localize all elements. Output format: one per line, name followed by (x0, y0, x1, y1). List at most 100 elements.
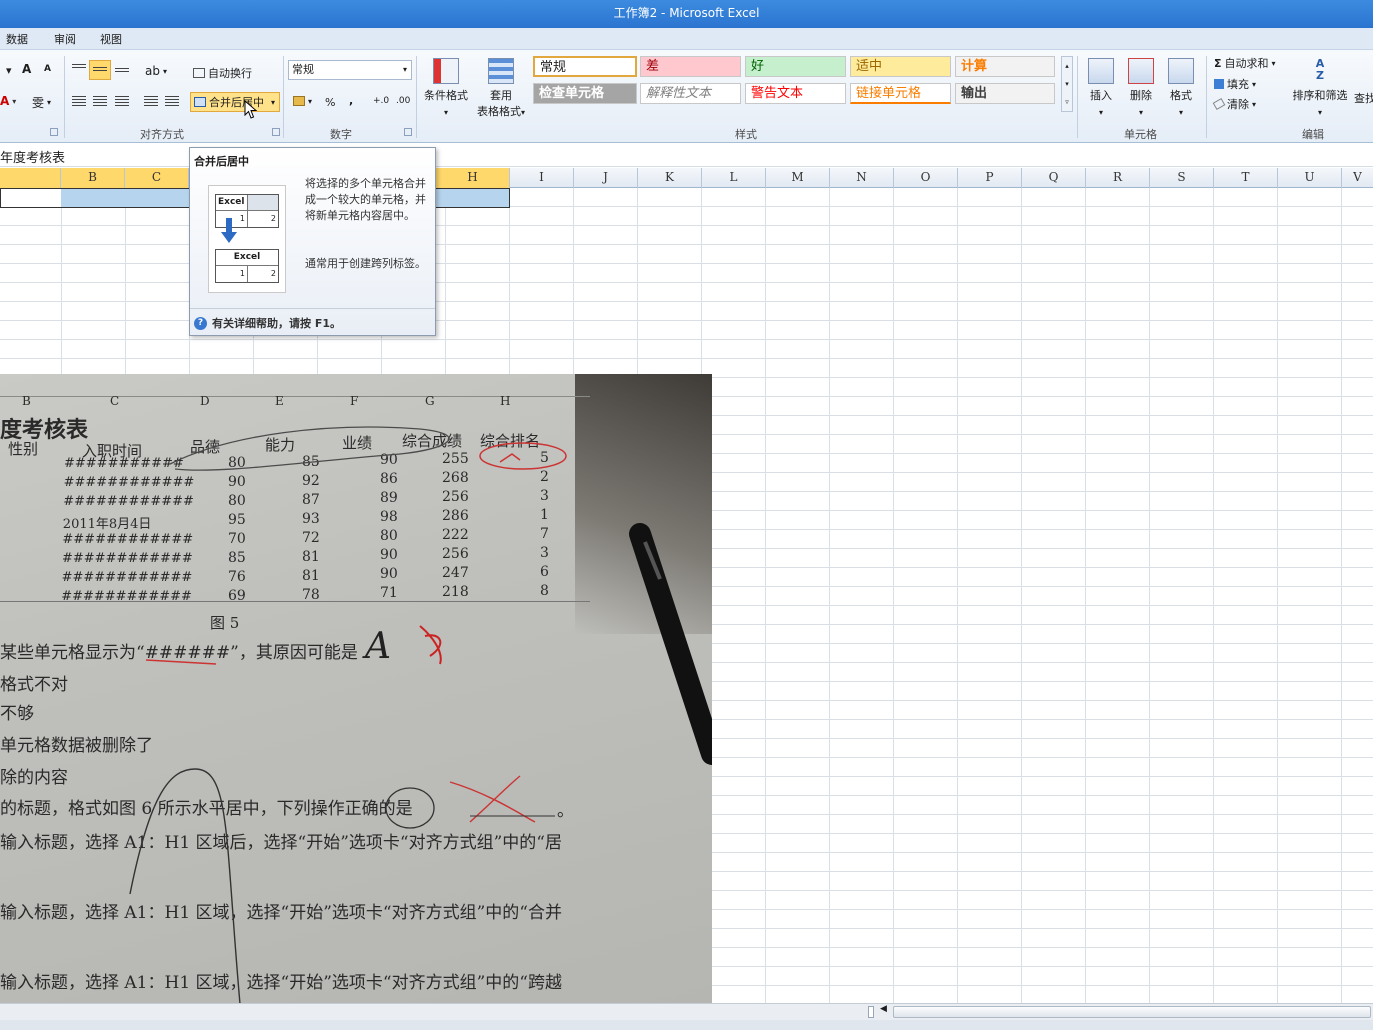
decrease-font-button[interactable]: A (44, 64, 51, 74)
separator (1077, 56, 1078, 138)
sigma-icon: Σ (1214, 56, 1222, 70)
phonetic-button[interactable]: 雯 ▾ (32, 94, 51, 111)
demo-cell: Excel (216, 250, 278, 266)
align-center-button[interactable] (93, 96, 107, 106)
separator (283, 56, 284, 138)
increase-decimal-button[interactable]: +.0 (373, 96, 389, 106)
scroll-left-icon[interactable]: ◀ (880, 1004, 887, 1014)
tooltip-help: ? 有关详细帮助，请按 F1。 (194, 315, 341, 331)
tab-view[interactable]: 视图 (100, 31, 122, 47)
column-header-o[interactable]: O (894, 168, 958, 188)
column-header-i[interactable]: I (510, 168, 574, 188)
column-header-n[interactable]: N (830, 168, 894, 188)
number-format-value: 常规 (292, 63, 314, 76)
column-header-b[interactable]: B (61, 168, 125, 188)
orientation-button[interactable]: ab ▾ (145, 64, 167, 78)
textbook-photo[interactable]: BCDEFGH 度考核表 性别 入职时间 品德 能力 业绩 综合成绩 综合排名 ######… (0, 374, 712, 1004)
split-handle[interactable] (868, 1006, 874, 1018)
percent-style-button[interactable]: % (325, 96, 335, 109)
horizontal-scrollbar[interactable]: ◀ (0, 1003, 1373, 1020)
clear-button[interactable]: 清除 ▾ (1212, 96, 1256, 112)
number-dialog-launcher[interactable] (404, 128, 412, 136)
align-middle-button[interactable] (89, 60, 111, 80)
handwriting-marks (129, 426, 712, 1004)
column-header-a[interactable] (0, 168, 61, 188)
cell-style-2[interactable]: 好 (745, 56, 846, 77)
find-select-button[interactable]: 查找 (1354, 90, 1373, 106)
cell-style-5[interactable]: 检查单元格 (533, 83, 637, 104)
selected-cells[interactable] (436, 188, 510, 208)
cell-style-9[interactable]: 输出 (955, 83, 1055, 104)
scroll-thumb[interactable] (893, 1006, 1371, 1018)
active-cell[interactable] (0, 188, 61, 208)
alignment-group-label: 对齐方式 (140, 128, 184, 141)
merge-center-button[interactable]: 合并后居中 ▾ (190, 92, 280, 112)
column-header-c[interactable]: C (125, 168, 189, 188)
separator (64, 56, 65, 138)
column-header-l[interactable]: L (702, 168, 766, 188)
sort-filter-button[interactable]: AZ 排序和筛选 ▾ (1290, 58, 1350, 121)
cell-style-4[interactable]: 计算 (955, 56, 1055, 77)
cell-style-7[interactable]: 警告文本 (745, 83, 846, 104)
format-as-table-label-1: 套用 (490, 89, 512, 102)
column-header-v[interactable]: V (1342, 168, 1373, 188)
column-header-h[interactable]: H (436, 168, 510, 188)
tooltip-usage: 通常用于创建跨列标签。 (305, 257, 426, 270)
column-header-j[interactable]: J (574, 168, 638, 188)
delete-label: 删除 (1130, 89, 1152, 102)
column-header-m[interactable]: M (766, 168, 830, 188)
sort-filter-label: 排序和筛选 (1292, 89, 1348, 102)
column-header-r[interactable]: R (1086, 168, 1150, 188)
conditional-format-button[interactable]: 条件格式 ▾ (420, 58, 472, 121)
comma-style-button[interactable]: , (349, 94, 353, 107)
increase-indent-button[interactable] (165, 96, 179, 106)
cell-style-1[interactable]: 差 (640, 56, 741, 77)
align-top-button[interactable] (72, 64, 86, 70)
autosum-button[interactable]: Σ 自动求和 ▾ (1214, 55, 1276, 71)
decrease-indent-button[interactable] (144, 96, 158, 106)
phonetic-label: 雯 (32, 96, 45, 110)
selected-cells[interactable] (61, 188, 189, 208)
cell-style-8[interactable]: 链接单元格 (850, 83, 951, 104)
font-dialog-launcher[interactable] (50, 128, 58, 136)
insert-label: 插入 (1090, 89, 1112, 102)
fill-button[interactable]: 填充 ▾ (1214, 76, 1256, 92)
number-format-select[interactable]: 常规 ▾ (288, 60, 412, 80)
align-right-button[interactable] (115, 96, 129, 106)
column-header-p[interactable]: P (958, 168, 1022, 188)
separator (416, 56, 417, 138)
wrap-text-button[interactable]: 自动换行 (193, 65, 252, 81)
cell-style-3[interactable]: 适中 (850, 56, 951, 77)
delete-cells-button[interactable]: 删除 ▾ (1123, 58, 1159, 121)
window-title: 工作簿2 - Microsoft Excel (613, 6, 760, 20)
gallery-scroll[interactable]: ▴ ▾ ▿ (1061, 56, 1073, 112)
format-as-table-button[interactable]: 套用 表格格式▾ (472, 58, 530, 121)
cell-styles-gallery: 常规差好适中 计算检查单元格 解释性文本 警告文本 链接单元格 输出 (533, 56, 1063, 116)
column-header-t[interactable]: T (1214, 168, 1278, 188)
tooltip-title: 合并后居中 (194, 155, 249, 168)
demo-cell: 2 (270, 269, 276, 278)
ribbon: ▾ A A A ▾ 雯 ▾ ab ▾ 自动换行 合并后居中 ▾ 对齐方式 常规 ▾ ▾ … (0, 50, 1373, 143)
insert-cells-button[interactable]: 插入 ▾ (1083, 58, 1119, 121)
decrease-decimal-button[interactable]: .00 (396, 96, 410, 106)
column-header-q[interactable]: Q (1022, 168, 1086, 188)
format-cells-button[interactable]: 格式 ▾ (1163, 58, 1199, 121)
tab-review[interactable]: 审阅 (54, 31, 76, 47)
align-bottom-button[interactable] (115, 68, 129, 74)
alignment-dialog-launcher[interactable] (272, 128, 280, 136)
cell-style-0[interactable]: 常规 (533, 56, 637, 77)
font-color-button[interactable]: A ▾ (0, 94, 16, 108)
arrow-down-icon (221, 218, 237, 243)
help-icon: ? (194, 316, 207, 330)
tab-data[interactable]: 数据 (6, 31, 28, 47)
align-left-button[interactable] (72, 96, 86, 106)
format-label: 格式 (1170, 89, 1192, 102)
cell-style-6[interactable]: 解释性文本 (640, 83, 741, 104)
accounting-format-button[interactable]: ▾ (293, 96, 312, 106)
column-header-k[interactable]: K (638, 168, 702, 188)
column-header-u[interactable]: U (1278, 168, 1342, 188)
increase-font-button[interactable]: A (22, 62, 31, 76)
column-header-s[interactable]: S (1150, 168, 1214, 188)
formula-bar-content: 年度考核表 (0, 151, 66, 166)
font-size-dropdown-arrow[interactable]: ▾ (6, 64, 12, 77)
